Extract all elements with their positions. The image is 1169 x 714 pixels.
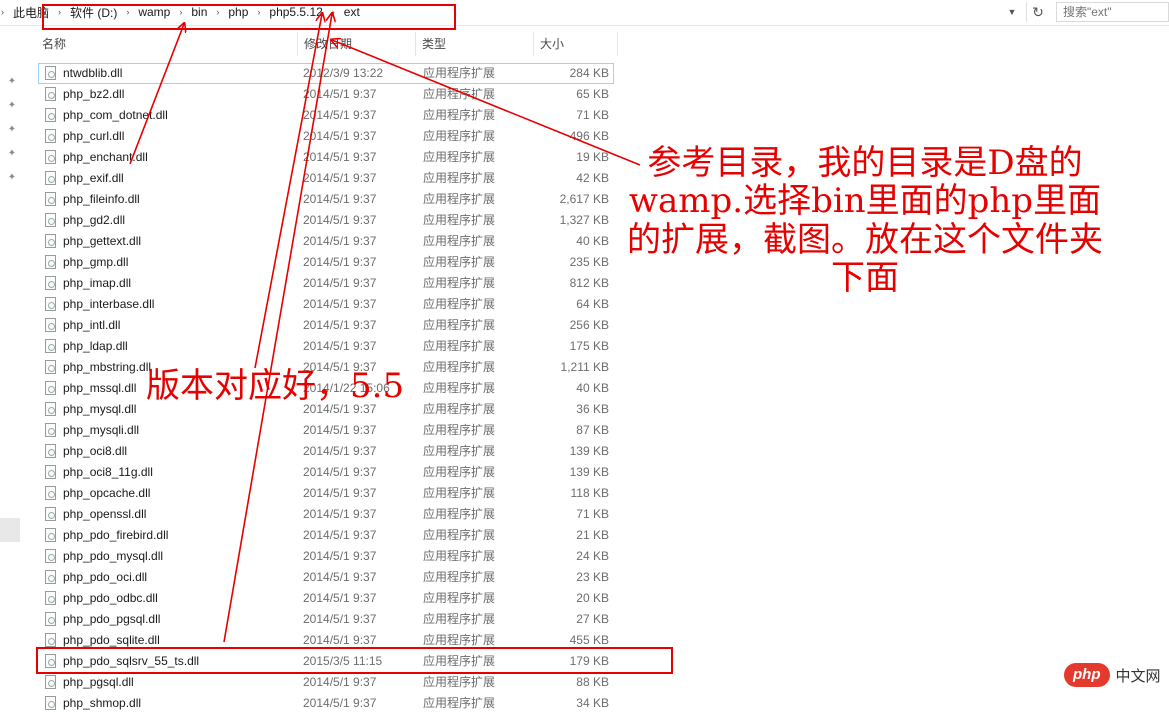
- annotation-arrow: [332, 40, 641, 166]
- annotation-arrow: [223, 14, 332, 643]
- annotation-arrow: [254, 14, 322, 369]
- annotation-note-path: 参考目录，我的目录是D盘的wamp.选择bin里面的php里面的扩展，截图。放在…: [627, 143, 1103, 299]
- watermark: php 中文网: [1064, 660, 1161, 690]
- annotation-arrows: [129, 0, 641, 643]
- annotation-arrow: [129, 24, 184, 165]
- watermark-text: 中文网: [1115, 667, 1161, 685]
- watermark-logo: php: [1064, 663, 1110, 687]
- annotation-note-version: 版本对应好，5.5: [146, 366, 405, 406]
